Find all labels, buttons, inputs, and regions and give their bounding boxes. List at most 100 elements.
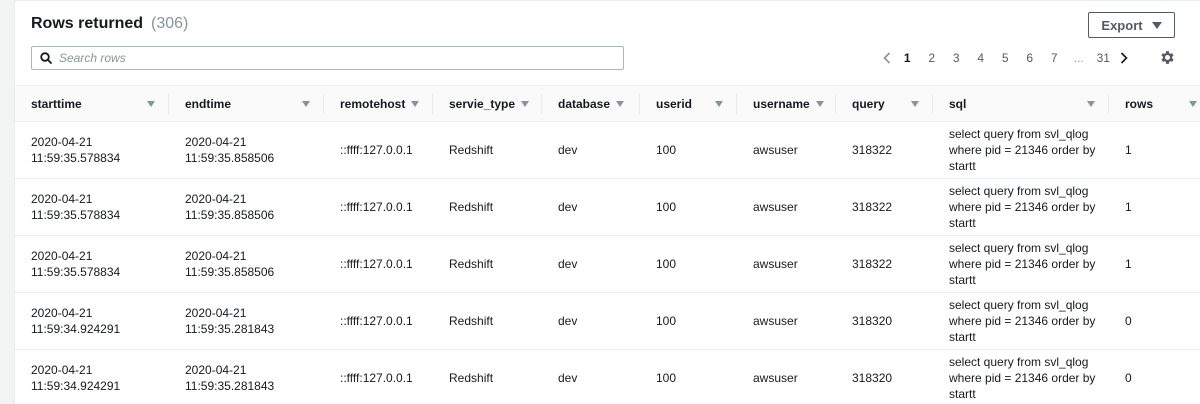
column-header-servie-type[interactable]: servie_type	[433, 85, 542, 122]
page-3-button[interactable]: 3	[944, 51, 969, 65]
cell-sql: select query from svl_qlog where pid = 2…	[933, 292, 1109, 350]
filter-triangle-icon	[815, 101, 824, 108]
filter-triangle-icon	[911, 101, 919, 107]
cell-remotehost: ::ffff:127.0.0.1	[324, 292, 433, 350]
cell-database: dev	[542, 121, 640, 179]
cell-query: 318322	[836, 178, 933, 236]
cell-userid: 100	[640, 349, 737, 404]
cell-username: awsuser	[737, 178, 836, 236]
filter-triangle-icon	[616, 101, 625, 108]
cell-endtime: 2020-04-21 11:59:35.858506	[169, 235, 324, 293]
cell-username: awsuser	[737, 349, 836, 404]
chevron-right-icon	[1120, 52, 1128, 64]
cell-starttime: 2020-04-21 11:59:35.578834	[15, 235, 169, 293]
search-icon	[40, 52, 52, 64]
cell-starttime: 2020-04-21 11:59:35.578834	[15, 178, 169, 236]
column-header-rows[interactable]: rows	[1109, 85, 1200, 122]
cell-userid: 100	[640, 178, 737, 236]
rows-returned-panel: Rows returned (306) Export 1 2 3 4 5 6 7…	[14, 0, 1200, 404]
chevron-left-icon	[883, 52, 891, 64]
pagination-ellipsis: ...	[1073, 51, 1084, 65]
search-box[interactable]	[31, 46, 624, 70]
cell-query: 318320	[836, 349, 933, 404]
results-table: starttime endtime remotehost servie_type…	[15, 85, 1200, 404]
next-page-button[interactable]	[1116, 52, 1132, 64]
prev-page-button[interactable]	[879, 52, 895, 64]
cell-endtime: 2020-04-21 11:59:35.281843	[169, 292, 324, 350]
page-4-button[interactable]: 4	[969, 51, 994, 65]
cell-rows: 0	[1109, 349, 1200, 404]
column-header-username[interactable]: username	[737, 85, 836, 122]
cell-username: awsuser	[737, 292, 836, 350]
filter-triangle-icon	[715, 101, 723, 107]
cell-starttime: 2020-04-21 11:59:34.924291	[15, 292, 169, 350]
preferences-button[interactable]	[1159, 49, 1176, 66]
table-row[interactable]: 2020-04-21 11:59:35.578834 2020-04-21 11…	[15, 235, 1200, 293]
cell-remotehost: ::ffff:127.0.0.1	[324, 349, 433, 404]
pagination: 1 2 3 4 5 6 7 ... 31	[879, 47, 1132, 69]
cell-remotehost: ::ffff:127.0.0.1	[324, 121, 433, 179]
panel-title: Rows returned	[31, 15, 144, 32]
caret-down-icon	[1151, 21, 1162, 29]
cell-endtime: 2020-04-21 11:59:35.858506	[169, 121, 324, 179]
filter-triangle-icon	[521, 101, 530, 108]
column-header-endtime[interactable]: endtime	[169, 85, 324, 122]
cell-username: awsuser	[737, 121, 836, 179]
filter-triangle-icon	[411, 101, 420, 108]
column-header-sql[interactable]: sql	[933, 85, 1109, 122]
cell-servie-type: Redshift	[433, 178, 542, 236]
cell-endtime: 2020-04-21 11:59:35.281843	[169, 349, 324, 404]
page-5-button[interactable]: 5	[993, 51, 1018, 65]
cell-servie-type: Redshift	[433, 292, 542, 350]
cell-userid: 100	[640, 235, 737, 293]
cell-servie-type: Redshift	[433, 121, 542, 179]
cell-userid: 100	[640, 121, 737, 179]
row-count: (306)	[151, 15, 189, 32]
cell-sql: select query from svl_qlog where pid = 2…	[933, 121, 1109, 179]
page-last-button[interactable]: 31	[1091, 51, 1116, 65]
column-header-database[interactable]: database	[542, 85, 640, 122]
page-2-button[interactable]: 2	[920, 51, 945, 65]
cell-remotehost: ::ffff:127.0.0.1	[324, 178, 433, 236]
gear-icon	[1161, 51, 1174, 64]
cell-query: 318320	[836, 292, 933, 350]
cell-database: dev	[542, 349, 640, 404]
cell-sql: select query from svl_qlog where pid = 2…	[933, 178, 1109, 236]
table-row[interactable]: 2020-04-21 11:59:34.924291 2020-04-21 11…	[15, 349, 1200, 404]
cell-query: 318322	[836, 235, 933, 293]
column-header-query[interactable]: query	[836, 85, 933, 122]
cell-sql: select query from svl_qlog where pid = 2…	[933, 235, 1109, 293]
export-button[interactable]: Export	[1088, 12, 1175, 38]
filter-triangle-icon	[1189, 101, 1198, 108]
search-input[interactable]	[59, 48, 623, 68]
cell-rows: 1	[1109, 178, 1200, 236]
cell-servie-type: Redshift	[433, 235, 542, 293]
page-6-button[interactable]: 6	[1018, 51, 1043, 65]
export-label: Export	[1101, 17, 1143, 33]
table-row[interactable]: 2020-04-21 11:59:35.578834 2020-04-21 11…	[15, 178, 1200, 236]
cell-servie-type: Redshift	[433, 349, 542, 404]
cell-rows: 0	[1109, 292, 1200, 350]
column-header-starttime[interactable]: starttime	[15, 85, 169, 122]
filter-triangle-icon	[147, 101, 155, 107]
table-header-row: starttime endtime remotehost servie_type…	[15, 85, 1200, 122]
cell-query: 318322	[836, 121, 933, 179]
page-7-button[interactable]: 7	[1042, 51, 1067, 65]
filter-triangle-icon	[1087, 101, 1095, 107]
cell-sql: select query from svl_qlog where pid = 2…	[933, 349, 1109, 404]
column-header-remotehost[interactable]: remotehost	[324, 85, 433, 122]
cell-database: dev	[542, 235, 640, 293]
cell-remotehost: ::ffff:127.0.0.1	[324, 235, 433, 293]
table-row[interactable]: 2020-04-21 11:59:35.578834 2020-04-21 11…	[15, 121, 1200, 179]
column-header-userid[interactable]: userid	[640, 85, 737, 122]
filter-triangle-icon	[302, 101, 310, 107]
cell-database: dev	[542, 178, 640, 236]
cell-endtime: 2020-04-21 11:59:35.858506	[169, 178, 324, 236]
page-1-button[interactable]: 1	[895, 51, 920, 65]
panel-header: Rows returned (306)	[31, 15, 188, 33]
table-row[interactable]: 2020-04-21 11:59:34.924291 2020-04-21 11…	[15, 292, 1200, 350]
cell-userid: 100	[640, 292, 737, 350]
cell-rows: 1	[1109, 121, 1200, 179]
cell-starttime: 2020-04-21 11:59:34.924291	[15, 349, 169, 404]
cell-starttime: 2020-04-21 11:59:35.578834	[15, 121, 169, 179]
